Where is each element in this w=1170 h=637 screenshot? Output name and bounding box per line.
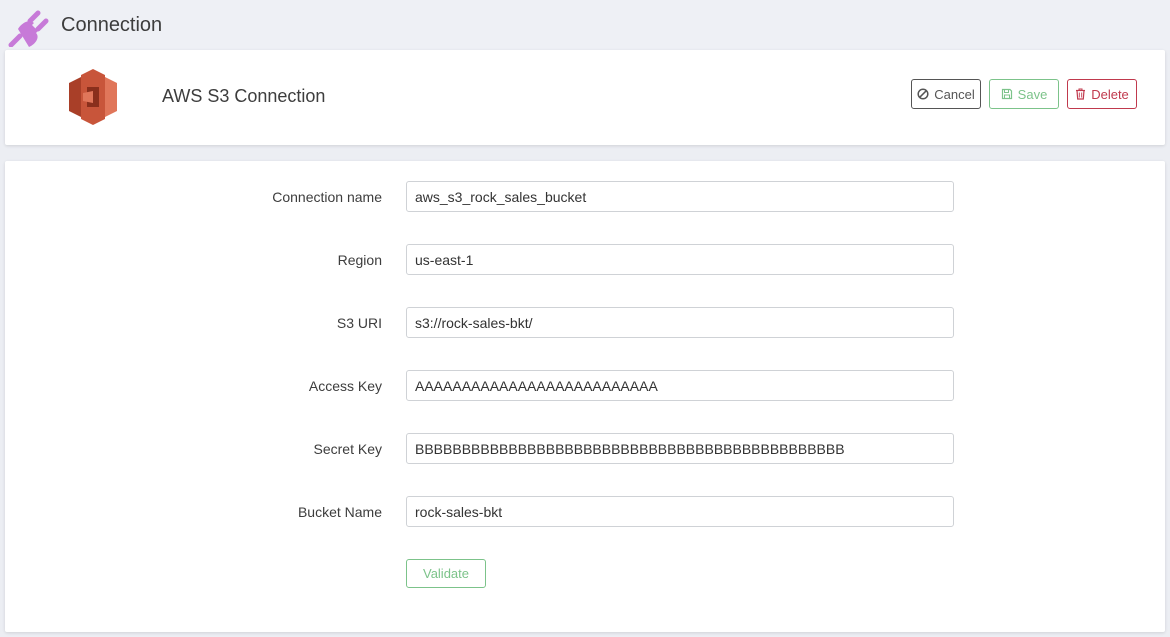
trash-icon [1076, 88, 1086, 100]
s3-uri-input[interactable] [406, 307, 954, 338]
secret-key-label: Secret Key [313, 441, 382, 457]
connection-name-label: Connection name [272, 189, 382, 205]
validate-button[interactable]: Validate [406, 559, 486, 588]
secret-key-input[interactable] [406, 433, 954, 464]
form-row-connection-name: Connection name [5, 181, 1165, 213]
form-row-s3-uri: S3 URI [5, 307, 1165, 339]
access-key-label: Access Key [308, 378, 382, 394]
region-label: Region [337, 252, 382, 268]
connection-name-input[interactable] [406, 181, 954, 212]
connection-form: Connection name Region S3 URI Access Key… [5, 161, 1165, 632]
top-bar: Connection [0, 0, 1170, 50]
ban-icon [917, 88, 929, 100]
delete-button-label: Delete [1091, 86, 1129, 102]
bucket-name-label: Bucket Name [297, 504, 382, 520]
form-row-bucket-name: Bucket Name [5, 496, 1165, 528]
form-row-secret-key: Secret Key [5, 433, 1165, 465]
page-title: Connection [61, 14, 163, 36]
bucket-name-input[interactable] [406, 496, 954, 527]
form-row-region: Region [5, 244, 1165, 276]
floppy-disk-icon [1001, 88, 1012, 100]
form-row-access-key: Access Key [5, 370, 1165, 402]
access-key-input[interactable] [406, 370, 954, 401]
connection-type-title: AWS S3 Connection [162, 86, 326, 106]
cancel-button[interactable]: Cancel [911, 79, 981, 109]
connection-header: AWS S3 Connection Cancel Save Delete [5, 50, 1165, 145]
delete-button[interactable]: Delete [1067, 79, 1137, 109]
region-input[interactable] [406, 244, 954, 275]
cancel-button-label: Cancel [934, 86, 975, 102]
aws-s3-logo [69, 69, 117, 125]
plug-icon [8, 10, 49, 47]
save-button-label: Save [1017, 86, 1048, 102]
s3-uri-label: S3 URI [336, 315, 382, 331]
save-button[interactable]: Save [989, 79, 1059, 109]
